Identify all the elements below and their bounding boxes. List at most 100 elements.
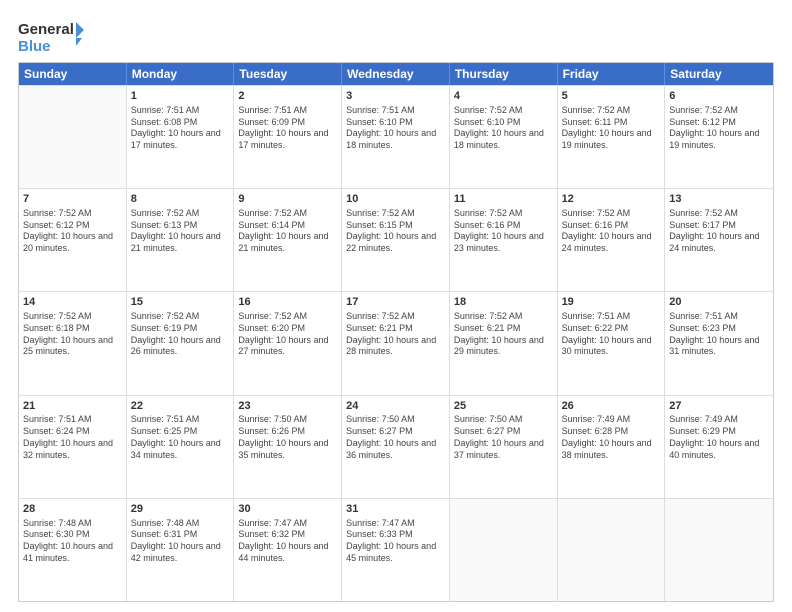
day-of-week-header: Wednesday	[342, 63, 450, 85]
day-of-week-header: Sunday	[19, 63, 127, 85]
day-info: Sunrise: 7:52 AMSunset: 6:12 PMDaylight:…	[23, 208, 122, 255]
day-info: Sunrise: 7:47 AMSunset: 6:33 PMDaylight:…	[346, 518, 445, 565]
day-info: Sunrise: 7:52 AMSunset: 6:19 PMDaylight:…	[131, 311, 230, 358]
calendar-row: 7Sunrise: 7:52 AMSunset: 6:12 PMDaylight…	[19, 188, 773, 291]
calendar-cell: 17Sunrise: 7:52 AMSunset: 6:21 PMDayligh…	[342, 292, 450, 394]
calendar-cell: 18Sunrise: 7:52 AMSunset: 6:21 PMDayligh…	[450, 292, 558, 394]
calendar-cell: 14Sunrise: 7:52 AMSunset: 6:18 PMDayligh…	[19, 292, 127, 394]
day-info: Sunrise: 7:52 AMSunset: 6:12 PMDaylight:…	[669, 105, 769, 152]
calendar-cell: 20Sunrise: 7:51 AMSunset: 6:23 PMDayligh…	[665, 292, 773, 394]
calendar-cell: 2Sunrise: 7:51 AMSunset: 6:09 PMDaylight…	[234, 86, 342, 188]
day-number: 23	[238, 399, 337, 414]
day-info: Sunrise: 7:49 AMSunset: 6:29 PMDaylight:…	[669, 414, 769, 461]
day-number: 2	[238, 89, 337, 104]
calendar-cell: 1Sunrise: 7:51 AMSunset: 6:08 PMDaylight…	[127, 86, 235, 188]
day-of-week-header: Tuesday	[234, 63, 342, 85]
day-number: 20	[669, 295, 769, 310]
day-info: Sunrise: 7:52 AMSunset: 6:15 PMDaylight:…	[346, 208, 445, 255]
calendar: SundayMondayTuesdayWednesdayThursdayFrid…	[18, 62, 774, 602]
calendar-cell: 4Sunrise: 7:52 AMSunset: 6:10 PMDaylight…	[450, 86, 558, 188]
page: GeneralBlue SundayMondayTuesdayWednesday…	[0, 0, 792, 612]
calendar-cell: 31Sunrise: 7:47 AMSunset: 6:33 PMDayligh…	[342, 499, 450, 601]
day-info: Sunrise: 7:50 AMSunset: 6:27 PMDaylight:…	[346, 414, 445, 461]
day-number: 21	[23, 399, 122, 414]
calendar-cell: 10Sunrise: 7:52 AMSunset: 6:15 PMDayligh…	[342, 189, 450, 291]
day-info: Sunrise: 7:51 AMSunset: 6:23 PMDaylight:…	[669, 311, 769, 358]
day-number: 3	[346, 89, 445, 104]
calendar-cell: 24Sunrise: 7:50 AMSunset: 6:27 PMDayligh…	[342, 396, 450, 498]
calendar-cell	[450, 499, 558, 601]
calendar-cell: 28Sunrise: 7:48 AMSunset: 6:30 PMDayligh…	[19, 499, 127, 601]
day-info: Sunrise: 7:52 AMSunset: 6:18 PMDaylight:…	[23, 311, 122, 358]
day-number: 11	[454, 192, 553, 207]
day-info: Sunrise: 7:47 AMSunset: 6:32 PMDaylight:…	[238, 518, 337, 565]
day-number: 6	[669, 89, 769, 104]
calendar-cell: 22Sunrise: 7:51 AMSunset: 6:25 PMDayligh…	[127, 396, 235, 498]
day-number: 5	[562, 89, 661, 104]
day-number: 14	[23, 295, 122, 310]
calendar-body: 1Sunrise: 7:51 AMSunset: 6:08 PMDaylight…	[19, 85, 773, 601]
day-number: 1	[131, 89, 230, 104]
calendar-row: 1Sunrise: 7:51 AMSunset: 6:08 PMDaylight…	[19, 85, 773, 188]
calendar-cell: 13Sunrise: 7:52 AMSunset: 6:17 PMDayligh…	[665, 189, 773, 291]
day-number: 22	[131, 399, 230, 414]
day-number: 4	[454, 89, 553, 104]
day-info: Sunrise: 7:51 AMSunset: 6:24 PMDaylight:…	[23, 414, 122, 461]
day-number: 19	[562, 295, 661, 310]
day-number: 27	[669, 399, 769, 414]
day-of-week-header: Saturday	[665, 63, 773, 85]
logo: GeneralBlue	[18, 18, 88, 54]
day-info: Sunrise: 7:52 AMSunset: 6:13 PMDaylight:…	[131, 208, 230, 255]
calendar-row: 14Sunrise: 7:52 AMSunset: 6:18 PMDayligh…	[19, 291, 773, 394]
day-number: 17	[346, 295, 445, 310]
calendar-cell	[19, 86, 127, 188]
day-info: Sunrise: 7:51 AMSunset: 6:25 PMDaylight:…	[131, 414, 230, 461]
day-info: Sunrise: 7:52 AMSunset: 6:17 PMDaylight:…	[669, 208, 769, 255]
calendar-cell: 23Sunrise: 7:50 AMSunset: 6:26 PMDayligh…	[234, 396, 342, 498]
day-info: Sunrise: 7:52 AMSunset: 6:20 PMDaylight:…	[238, 311, 337, 358]
calendar-cell: 29Sunrise: 7:48 AMSunset: 6:31 PMDayligh…	[127, 499, 235, 601]
calendar-cell: 8Sunrise: 7:52 AMSunset: 6:13 PMDaylight…	[127, 189, 235, 291]
day-number: 26	[562, 399, 661, 414]
day-info: Sunrise: 7:52 AMSunset: 6:14 PMDaylight:…	[238, 208, 337, 255]
day-of-week-header: Monday	[127, 63, 235, 85]
header: GeneralBlue	[18, 18, 774, 54]
day-info: Sunrise: 7:52 AMSunset: 6:21 PMDaylight:…	[346, 311, 445, 358]
day-number: 10	[346, 192, 445, 207]
day-number: 8	[131, 192, 230, 207]
day-number: 12	[562, 192, 661, 207]
day-number: 24	[346, 399, 445, 414]
day-info: Sunrise: 7:51 AMSunset: 6:09 PMDaylight:…	[238, 105, 337, 152]
calendar-cell: 5Sunrise: 7:52 AMSunset: 6:11 PMDaylight…	[558, 86, 666, 188]
day-info: Sunrise: 7:51 AMSunset: 6:10 PMDaylight:…	[346, 105, 445, 152]
day-info: Sunrise: 7:52 AMSunset: 6:16 PMDaylight:…	[454, 208, 553, 255]
day-of-week-header: Friday	[558, 63, 666, 85]
day-number: 29	[131, 502, 230, 517]
calendar-cell: 7Sunrise: 7:52 AMSunset: 6:12 PMDaylight…	[19, 189, 127, 291]
day-number: 9	[238, 192, 337, 207]
day-info: Sunrise: 7:48 AMSunset: 6:31 PMDaylight:…	[131, 518, 230, 565]
calendar-cell: 30Sunrise: 7:47 AMSunset: 6:32 PMDayligh…	[234, 499, 342, 601]
calendar-cell: 6Sunrise: 7:52 AMSunset: 6:12 PMDaylight…	[665, 86, 773, 188]
svg-text:General: General	[18, 21, 74, 38]
calendar-cell: 16Sunrise: 7:52 AMSunset: 6:20 PMDayligh…	[234, 292, 342, 394]
day-number: 30	[238, 502, 337, 517]
calendar-row: 21Sunrise: 7:51 AMSunset: 6:24 PMDayligh…	[19, 395, 773, 498]
calendar-cell: 11Sunrise: 7:52 AMSunset: 6:16 PMDayligh…	[450, 189, 558, 291]
day-of-week-header: Thursday	[450, 63, 558, 85]
calendar-cell: 19Sunrise: 7:51 AMSunset: 6:22 PMDayligh…	[558, 292, 666, 394]
day-number: 15	[131, 295, 230, 310]
calendar-cell: 21Sunrise: 7:51 AMSunset: 6:24 PMDayligh…	[19, 396, 127, 498]
day-number: 18	[454, 295, 553, 310]
day-number: 25	[454, 399, 553, 414]
day-info: Sunrise: 7:50 AMSunset: 6:26 PMDaylight:…	[238, 414, 337, 461]
calendar-cell: 3Sunrise: 7:51 AMSunset: 6:10 PMDaylight…	[342, 86, 450, 188]
day-info: Sunrise: 7:51 AMSunset: 6:08 PMDaylight:…	[131, 105, 230, 152]
day-info: Sunrise: 7:52 AMSunset: 6:10 PMDaylight:…	[454, 105, 553, 152]
logo-svg: GeneralBlue	[18, 18, 88, 54]
day-number: 28	[23, 502, 122, 517]
calendar-cell: 25Sunrise: 7:50 AMSunset: 6:27 PMDayligh…	[450, 396, 558, 498]
day-info: Sunrise: 7:50 AMSunset: 6:27 PMDaylight:…	[454, 414, 553, 461]
calendar-cell: 15Sunrise: 7:52 AMSunset: 6:19 PMDayligh…	[127, 292, 235, 394]
day-number: 16	[238, 295, 337, 310]
